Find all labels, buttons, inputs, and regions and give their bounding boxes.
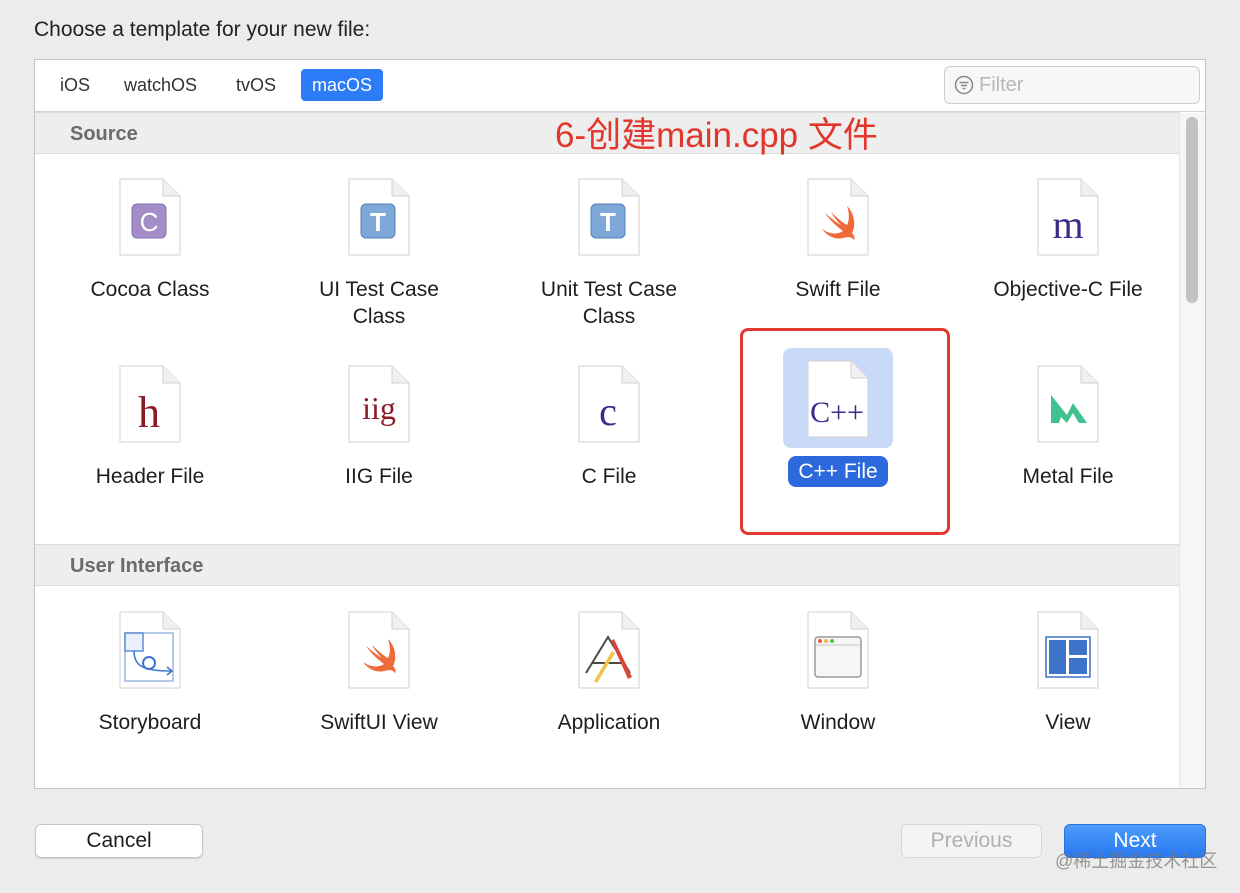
template-swiftui-view[interactable]: SwiftUI View — [264, 599, 494, 738]
template-header-file[interactable]: h Header File — [35, 353, 265, 492]
scrollbar-thumb[interactable] — [1186, 117, 1198, 303]
annotation-text: 6-创建main.cpp 文件 — [555, 116, 878, 155]
cocoa-class-icon: C — [119, 178, 181, 256]
tab-macos[interactable]: macOS — [301, 69, 384, 101]
metal-file-icon — [1037, 365, 1099, 443]
template-c-file[interactable]: c C File — [494, 353, 724, 492]
application-icon — [578, 611, 640, 689]
template-label: Cocoa Class — [90, 278, 210, 301]
template-swift-file[interactable]: Swift File — [723, 166, 953, 305]
tab-watchos[interactable]: watchOS — [113, 69, 208, 101]
tab-tvos[interactable]: tvOS — [225, 69, 287, 101]
template-label: View — [1045, 711, 1091, 734]
svg-text:h: h — [138, 388, 160, 437]
c-file-icon: c — [578, 365, 640, 443]
svg-text:iig: iig — [362, 390, 396, 426]
filter-input[interactable] — [979, 71, 1189, 99]
template-label: C++ File — [788, 456, 888, 487]
template-label: Unit Test Case Class — [540, 278, 678, 328]
swiftui-icon — [348, 611, 410, 689]
objective-c-icon: m — [1037, 178, 1099, 256]
scrollbar[interactable] — [1179, 113, 1205, 788]
template-label: Storyboard — [98, 711, 202, 734]
platform-tab-bar: iOS watchOS tvOS macOS — [35, 60, 1205, 112]
template-label: Objective-C File — [993, 278, 1143, 301]
filter-field[interactable] — [944, 66, 1200, 104]
previous-button[interactable]: Previous — [901, 824, 1042, 858]
view-icon — [1037, 611, 1099, 689]
template-view[interactable]: View — [953, 599, 1183, 738]
template-window[interactable]: Window — [723, 599, 953, 738]
template-panel: iOS watchOS tvOS macOS Source 6-创建main.c… — [34, 59, 1206, 789]
template-unit-test-case-class[interactable]: T Unit Test Case Class — [494, 166, 724, 332]
svg-text:T: T — [370, 207, 386, 237]
ui-test-case-icon: T — [348, 178, 410, 256]
header-file-icon: h — [119, 365, 181, 443]
unit-test-case-icon: T — [578, 178, 640, 256]
template-ui-test-case-class[interactable]: T UI Test Case Class — [264, 166, 494, 332]
template-cocoa-class[interactable]: C Cocoa Class — [35, 166, 265, 305]
svg-text:C++: C++ — [810, 396, 864, 429]
template-storyboard[interactable]: Storyboard — [35, 599, 265, 738]
tab-ios[interactable]: iOS — [49, 69, 101, 101]
watermark: @稀土掘金技术社区 — [1055, 851, 1218, 871]
svg-text:m: m — [1052, 202, 1083, 247]
svg-text:T: T — [600, 207, 616, 237]
template-label: UI Test Case Class — [319, 278, 439, 328]
template-label: Swift File — [795, 278, 881, 301]
template-label: IIG File — [345, 465, 413, 488]
template-label: Window — [800, 711, 876, 734]
window-icon — [807, 611, 869, 689]
svg-text:C: C — [140, 207, 159, 237]
section-header-user-interface: User Interface — [35, 544, 1180, 586]
template-application[interactable]: Application — [494, 599, 724, 738]
storyboard-icon — [119, 611, 181, 689]
dialog-title: Choose a template for your new file: — [34, 18, 371, 41]
template-cpp-file[interactable]: C++ C++ File — [723, 348, 953, 487]
svg-text:c: c — [599, 389, 617, 434]
template-objective-c-file[interactable]: m Objective-C File — [953, 166, 1183, 305]
template-label: Metal File — [1022, 465, 1114, 488]
cpp-file-icon: C++ — [807, 360, 869, 438]
template-iig-file[interactable]: iig IIG File — [264, 353, 494, 492]
template-label: Header File — [95, 465, 205, 488]
swift-icon — [807, 178, 869, 256]
template-metal-file[interactable]: Metal File — [953, 353, 1183, 492]
cancel-button[interactable]: Cancel — [35, 824, 203, 858]
template-label: SwiftUI View — [320, 711, 438, 734]
template-label: C File — [581, 465, 637, 488]
filter-icon — [954, 75, 974, 95]
template-label: Application — [557, 711, 661, 734]
iig-file-icon: iig — [348, 365, 410, 443]
